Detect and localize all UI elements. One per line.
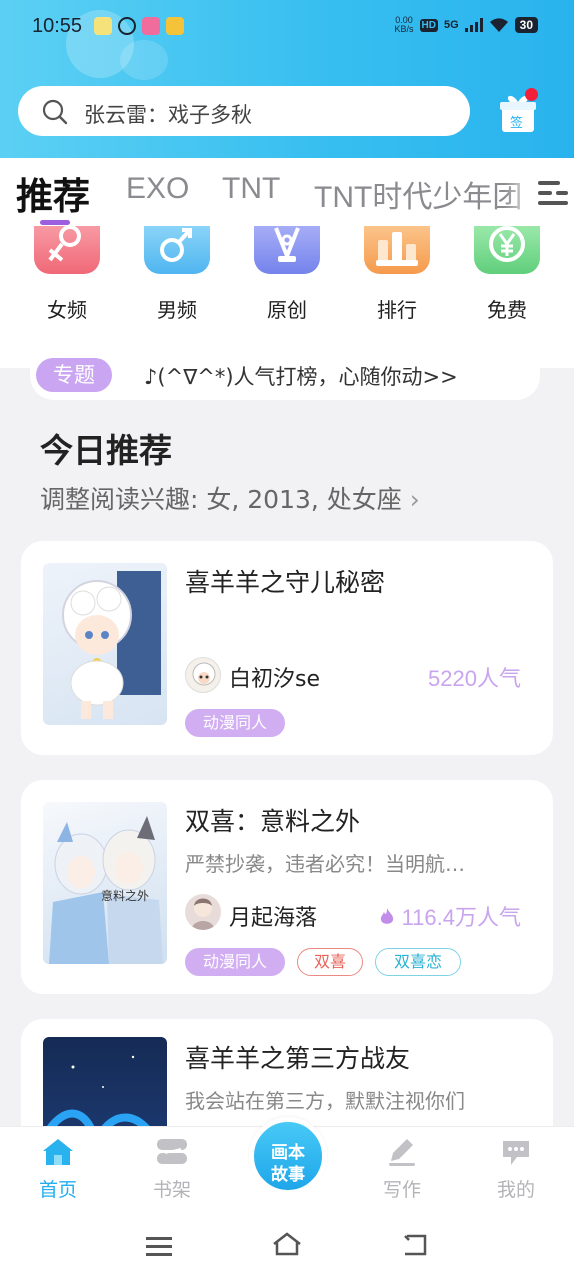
status-time: 10:55 (32, 15, 83, 37)
category-ranking[interactable]: 排行 (362, 226, 432, 323)
create-story-button[interactable]: 画本 故事 (249, 1117, 327, 1195)
book-title: 喜羊羊之守儿秘密 (185, 568, 386, 597)
search-placeholder: 张云雷：戏子多秋 (84, 103, 252, 127)
book-card[interactable]: 喜羊羊之守儿秘密 白初汐se 5220人气 动漫同人 (21, 541, 553, 755)
tab-tnt-time-youth[interactable]: TNT时代少年团 (314, 172, 522, 216)
pen-nib-icon (254, 226, 320, 274)
author-name: 月起海落 (229, 906, 318, 931)
signal-bars-icon (464, 18, 483, 32)
tab-menu-icon[interactable] (538, 180, 568, 206)
category-label: 女频 (47, 298, 87, 322)
tab-active-indicator (40, 220, 70, 225)
system-navigation-bar (0, 1214, 574, 1280)
search-icon (42, 99, 68, 125)
header: 10:55 0.00 KB/s HD 5G 30 张云雷：戏子多秋 签 (0, 0, 574, 158)
bookshelf-icon (157, 1139, 187, 1164)
category-female[interactable]: 女频 (32, 226, 102, 323)
notification-dot (525, 88, 538, 101)
topic-badge: 专题 (36, 358, 112, 392)
author-name: 白初汐se (229, 667, 320, 692)
wifi-icon (489, 18, 508, 32)
app-notification-icon (166, 17, 184, 35)
search-bar[interactable]: 张云雷：戏子多秋 (18, 86, 470, 136)
nav-label: 我的 (496, 1179, 535, 1201)
tab-recommend[interactable]: 推荐 (16, 166, 90, 220)
net-speed: 0.00 KB/s (394, 16, 413, 34)
nav-label: 写作 (382, 1179, 421, 1201)
nav-write[interactable]: 写作 (362, 1137, 442, 1202)
app-notification-icon (142, 17, 160, 35)
home-icon[interactable] (271, 1232, 303, 1256)
popularity-count: 5220人气 (428, 666, 521, 691)
hd-badge: HD (419, 18, 438, 32)
reading-interest-text: 调整阅读兴趣: 女, 2013, 处女座 (40, 485, 402, 514)
svg-text:意料之外: 意料之外 (101, 888, 149, 903)
status-right: 0.00 KB/s HD 5G 30 (394, 16, 538, 34)
category-original[interactable]: 原创 (252, 226, 322, 323)
popularity-count: 116.4万人气 (379, 900, 521, 932)
topic-banner[interactable]: 专题 ♪(^∇^*)人气打榜，心随你动>> (30, 350, 540, 400)
checkin-label: 签 (510, 116, 524, 131)
book-description: 我会站在第三方，默默注视你们 (185, 1089, 465, 1113)
tab-tnt[interactable]: TNT (222, 172, 280, 206)
create-story-line2: 故事 (271, 1165, 305, 1185)
battery-icon: 30 (514, 17, 538, 33)
pencil-icon (389, 1139, 415, 1166)
nav-home[interactable]: 首页 (18, 1137, 98, 1202)
nav-mine[interactable]: 我的 (476, 1137, 556, 1202)
app-notification-icon (118, 17, 136, 35)
category-label: 免费 (487, 298, 527, 322)
book-description: 严禁抄袭，违者必究！当明航… (185, 852, 465, 876)
book-cover: 意料之外 (43, 802, 167, 964)
tag-anime-fanfic[interactable]: 动漫同人 (185, 948, 285, 976)
category-label: 男频 (157, 298, 197, 322)
chevron-right-icon: › (409, 485, 420, 514)
nav-label: 首页 (38, 1179, 77, 1201)
popularity-value: 116.4万人气 (401, 905, 521, 930)
app-notification-icon (94, 17, 112, 35)
male-icon (144, 226, 210, 274)
section-title: 今日推荐 (40, 431, 172, 470)
status-bar: 10:55 0.00 KB/s HD 5G 30 (0, 0, 574, 56)
book-title: 双喜：意料之外 (185, 807, 361, 836)
nav-label: 书架 (152, 1179, 191, 1201)
signal-label: 5G (443, 19, 459, 31)
profile-chat-icon (503, 1141, 529, 1165)
book-cover (43, 563, 167, 725)
net-speed-unit: KB/s (394, 24, 414, 34)
yen-icon (474, 226, 540, 274)
tag-shuangxi-love[interactable]: 双喜恋 (375, 948, 461, 976)
category-grid: 女频 男频 原创 排行 免费 (0, 226, 574, 368)
tag-shuangxi[interactable]: 双喜 (297, 948, 363, 976)
nav-bookshelf[interactable]: 书架 (132, 1137, 212, 1202)
notification-icons (94, 17, 184, 35)
podium-icon (364, 226, 430, 274)
home-icon (43, 1139, 73, 1165)
category-label: 原创 (267, 298, 307, 322)
female-icon (34, 226, 100, 274)
category-label: 排行 (377, 298, 417, 322)
category-free[interactable]: 免费 (472, 226, 542, 323)
back-icon[interactable] (401, 1234, 429, 1258)
reading-interest-link[interactable]: 调整阅读兴趣: 女, 2013, 处女座 › (40, 480, 420, 516)
menu-icon[interactable] (146, 1236, 172, 1256)
author-avatar (185, 657, 221, 693)
book-title: 喜羊羊之第三方战友 (185, 1044, 411, 1073)
category-tabs: 推荐 EXO TNT TNT时代少年团 (0, 158, 574, 226)
topic-text: ♪(^∇^*)人气打榜，心随你动>> (144, 365, 458, 389)
category-male[interactable]: 男频 (142, 226, 212, 323)
author-avatar (185, 894, 221, 930)
tag-anime-fanfic[interactable]: 动漫同人 (185, 709, 285, 737)
flame-icon (381, 908, 394, 924)
tab-exo[interactable]: EXO (126, 172, 189, 206)
book-card[interactable]: 意料之外 双喜：意料之外 严禁抄袭，违者必究！当明航… 月起海落 116.4万人… (21, 780, 553, 994)
